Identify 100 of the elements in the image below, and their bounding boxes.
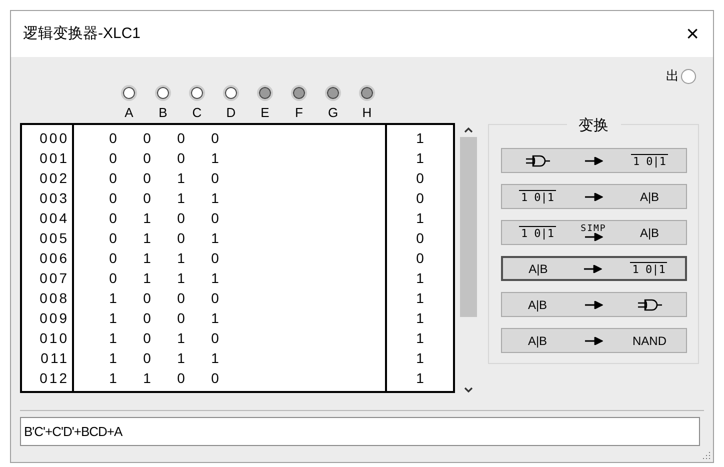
table-cell-text: 1 xyxy=(176,189,186,208)
table-cell-text: 1 xyxy=(142,249,152,268)
output-cell-text: 1 xyxy=(415,369,425,388)
input-label: A xyxy=(124,105,134,121)
row-number: 002 xyxy=(38,169,70,188)
input-toggle[interactable] xyxy=(293,87,305,99)
output-cell-text: 1 xyxy=(415,129,425,148)
truth-table-label: 1 0|1 xyxy=(630,154,668,168)
table-cell-text: 0 xyxy=(108,149,118,168)
row-number: 006 xyxy=(38,249,70,268)
table-cell-text: 0 xyxy=(108,249,118,268)
output-cell-text: 1 xyxy=(415,289,425,308)
truth-table-label: 1 0|1 xyxy=(518,226,556,240)
arrow-icon xyxy=(584,336,602,344)
table-cell-text: 0 xyxy=(142,329,152,348)
expression-label: NAND xyxy=(632,332,666,350)
arrow-icon xyxy=(584,264,602,272)
expression-label: A|B xyxy=(528,296,548,314)
input-label: G xyxy=(328,105,338,121)
expression-label: A|B xyxy=(528,260,548,278)
truth-table-label: 1 0|1 xyxy=(630,262,668,276)
table-cell-text: 0 xyxy=(142,309,152,328)
table-cell-text: 0 xyxy=(176,209,186,228)
conversion-button[interactable]: 1 0|1 A|B xyxy=(500,184,686,209)
table-cell-text: 0 xyxy=(210,209,220,228)
input-toggle[interactable] xyxy=(225,87,237,99)
arrow-icon xyxy=(584,300,602,308)
row-number: 012 xyxy=(38,369,70,388)
table-cell-text: 0 xyxy=(210,249,220,268)
table-cell-text: 1 xyxy=(176,269,186,288)
gate-icon xyxy=(636,298,662,310)
conversion-button[interactable]: 1 0|1 xyxy=(500,148,686,173)
row-number: 007 xyxy=(38,269,70,288)
truth-table-label: 1 0|1 xyxy=(518,190,556,204)
table-cell-text: 0 xyxy=(108,189,118,208)
table-cell-text: 1 xyxy=(142,369,152,388)
table-cell-text: 1 xyxy=(210,189,220,208)
arrow-icon xyxy=(584,156,602,164)
table-cell-text: 0 xyxy=(108,169,118,188)
table-cell-text: 0 xyxy=(142,149,152,168)
output-cell-text: 1 xyxy=(415,209,425,228)
row-number: 010 xyxy=(38,329,70,348)
input-toggle[interactable] xyxy=(191,87,203,99)
conversion-button[interactable]: 1 0|1 SIMP A|B xyxy=(500,220,686,245)
resize-grip-icon[interactable] xyxy=(701,450,711,460)
close-button[interactable]: × xyxy=(682,23,703,45)
table-cell-text: 0 xyxy=(142,189,152,208)
output-cell-text: 1 xyxy=(415,349,425,368)
conversion-button[interactable]: A|B NAND xyxy=(500,328,686,353)
table-cell-text: 1 xyxy=(210,309,220,328)
table-cell-text: 1 xyxy=(210,349,220,368)
output-indicator[interactable] xyxy=(681,68,696,84)
table-cell-text: 0 xyxy=(108,129,118,148)
gate-icon xyxy=(524,154,550,166)
input-toggle[interactable] xyxy=(327,87,339,99)
table-cell-text: 0 xyxy=(142,289,152,308)
table-cell-text: 0 xyxy=(176,289,186,308)
table-cell-text: 0 xyxy=(108,269,118,288)
table-cell-text: 1 xyxy=(142,229,152,248)
input-toggle[interactable] xyxy=(123,87,135,99)
row-number: 003 xyxy=(38,189,70,208)
conversion-button[interactable]: A|B 1 0|1 xyxy=(500,256,686,281)
scroll-up-icon[interactable] xyxy=(464,127,472,133)
table-cell-text: 0 xyxy=(176,229,186,248)
table-cell-text: 1 xyxy=(210,229,220,248)
table-cell-text: 0 xyxy=(210,369,220,388)
simp-label: SIMP xyxy=(580,224,606,232)
input-label: D xyxy=(226,105,236,121)
table-cell-text: 1 xyxy=(142,269,152,288)
table-cell-text: 0 xyxy=(142,169,152,188)
table-cell-text: 1 xyxy=(210,149,220,168)
expression-label: A|B xyxy=(640,224,660,242)
table-cell-text: 0 xyxy=(176,129,186,148)
table-cell-text: 1 xyxy=(176,349,186,368)
conversion-button[interactable]: A|B xyxy=(500,292,686,317)
table-cell-text: 0 xyxy=(142,129,152,148)
row-number: 009 xyxy=(38,309,70,328)
row-number: 005 xyxy=(38,229,70,248)
output-cell-text: 0 xyxy=(415,169,425,188)
table-cell-text: 0 xyxy=(176,369,186,388)
input-toggle[interactable] xyxy=(157,87,169,99)
input-label: F xyxy=(295,105,303,121)
table-cell-text: 1 xyxy=(176,249,186,268)
input-toggle[interactable] xyxy=(361,87,373,99)
output-cell-text: 1 xyxy=(415,149,425,168)
table-cell-text: 1 xyxy=(210,269,220,288)
row-number: 000 xyxy=(38,129,70,148)
table-cell-text: 1 xyxy=(108,309,118,328)
expression-field[interactable]: B'C'+C'D'+BCD+A xyxy=(20,417,700,446)
table-cell-text: 1 xyxy=(176,169,186,188)
input-toggle[interactable] xyxy=(259,87,271,99)
scrollbar-thumb[interactable] xyxy=(460,137,476,317)
expression-label: A|B xyxy=(640,188,660,206)
output-cell-text: 1 xyxy=(415,269,425,288)
scroll-down-icon[interactable] xyxy=(464,387,472,393)
table-cell-text: 1 xyxy=(142,209,152,228)
table-cell-text: 1 xyxy=(108,369,118,388)
arrow-icon xyxy=(584,192,602,200)
table-cell-text: 0 xyxy=(210,169,220,188)
table-cell-text: 0 xyxy=(108,229,118,248)
